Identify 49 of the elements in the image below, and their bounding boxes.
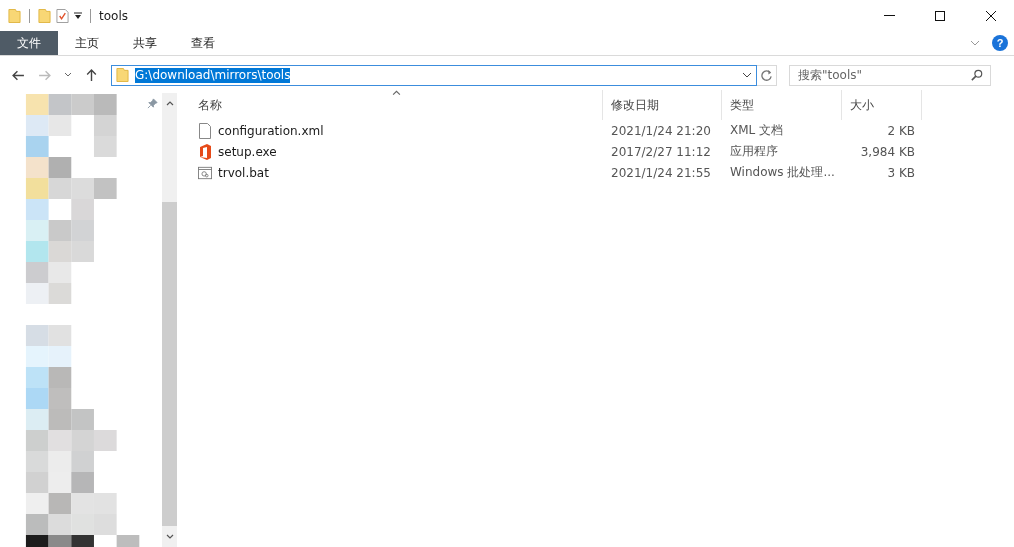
file-name: trvol.bat (218, 165, 269, 180)
folder-icon (116, 67, 129, 83)
dropdown-icon[interactable] (742, 72, 752, 78)
dropdown-icon[interactable] (74, 11, 82, 20)
scrollbar[interactable] (162, 93, 177, 547)
column-header[interactable]: 大小 (842, 90, 922, 120)
search-field[interactable]: 搜索"tools" (789, 64, 991, 86)
gear-window-icon (198, 164, 212, 181)
type-cell: 应用程序 (730, 143, 778, 160)
size-cell: 3,984 KB (860, 144, 915, 159)
size-cell: 2 KB (887, 123, 915, 138)
pin-icon[interactable] (147, 98, 158, 109)
ribbon-tab[interactable]: 文件 (0, 31, 58, 55)
office-icon (198, 143, 212, 160)
close-icon (985, 9, 997, 22)
type-cell: XML 文档 (730, 122, 784, 139)
scroll-up-icon[interactable] (165, 101, 174, 106)
file-name: configuration.xml (218, 123, 324, 138)
forward-arrow-icon[interactable] (38, 68, 51, 82)
address-field[interactable]: G:\download\mirrors\tools (111, 64, 757, 86)
file-name: setup.exe (218, 144, 277, 159)
help-button[interactable]: ? (992, 35, 1008, 51)
column-header[interactable]: 修改日期 (603, 90, 722, 120)
date-cell: 2021/1/24 21:20 (611, 123, 711, 138)
date-cell: 2021/1/24 21:55 (611, 165, 711, 180)
column-header[interactable]: 类型 (722, 90, 842, 120)
window-title: tools (99, 8, 128, 23)
scroll-thumb[interactable] (162, 202, 177, 526)
maximize-icon (934, 9, 946, 22)
minimize-icon (883, 15, 895, 16)
document-icon (198, 122, 212, 139)
file-row[interactable]: configuration.xml 2021/1/24 21:20 XML 文档 2 KB (190, 120, 1014, 141)
scroll-down-icon[interactable] (165, 534, 174, 539)
type-cell: Windows 批处理... (730, 164, 835, 181)
file-row[interactable]: trvol.bat 2021/1/24 21:55 Windows 批处理... 3 KB (190, 162, 1014, 183)
folder-icon[interactable] (8, 7, 21, 24)
checklist-icon[interactable] (56, 7, 69, 24)
refresh-button[interactable] (757, 64, 777, 86)
up-arrow-icon[interactable] (85, 68, 98, 82)
recent-dropdown-icon[interactable] (64, 72, 72, 78)
folder-icon[interactable] (38, 7, 51, 24)
expand-ribbon-icon[interactable] (970, 40, 980, 46)
back-arrow-icon[interactable] (12, 68, 25, 82)
column-header[interactable]: 名称 (190, 90, 603, 120)
search-icon (971, 68, 983, 81)
file-row[interactable]: setup.exe 2017/2/27 11:12 应用程序 3,984 KB (190, 141, 1014, 162)
size-cell: 3 KB (887, 165, 915, 180)
date-cell: 2017/2/27 11:12 (611, 144, 711, 159)
refresh-icon (760, 68, 773, 82)
